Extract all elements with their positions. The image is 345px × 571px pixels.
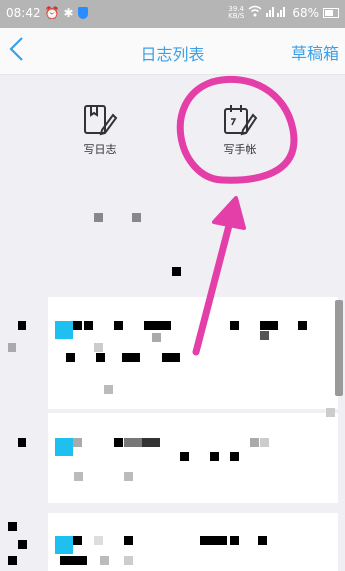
annotation-arrow: [192, 210, 236, 356]
annotation-overlay: [176, 75, 298, 356]
annotation-circle: [176, 75, 298, 184]
annotation-arrowhead: [212, 196, 246, 230]
